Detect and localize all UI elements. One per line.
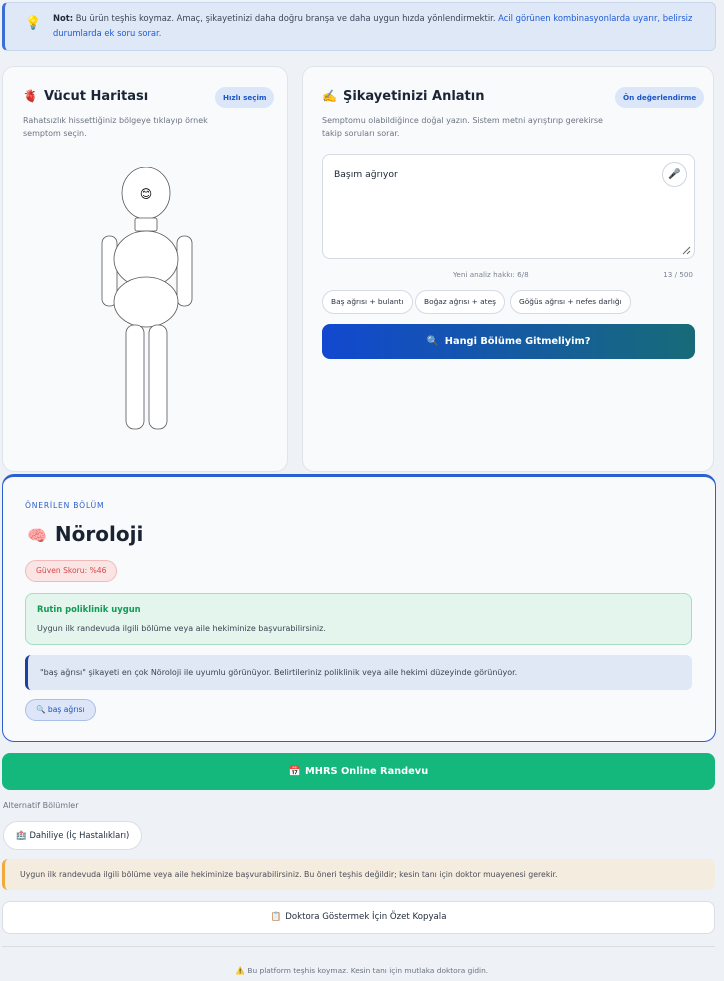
clipboard-icon: 📋: [270, 912, 282, 922]
copy-summary-button[interactable]: 📋 Doktora Göstermek İçin Özet Kopyala: [2, 901, 715, 934]
explanation-text: "baş ağrısı" şikayeti en çok Nöroloji il…: [25, 655, 692, 690]
right-leg-region[interactable]: [125, 324, 145, 430]
find-department-button[interactable]: 🔍 Hangi Bölüme Gitmeliyim?: [322, 324, 695, 359]
urgency-box: Rutin poliklinik uygun Uygun ilk randevu…: [25, 593, 692, 645]
quick-select-button[interactable]: Hızlı seçim: [215, 87, 275, 108]
confidence-badge: Güven Skoru: %46: [25, 560, 118, 582]
resize-handle-icon[interactable]: [682, 246, 691, 255]
magnifier-icon: 🔍: [426, 336, 439, 347]
urgency-text: Uygun ilk randevuda ilgili bölüme veya a…: [37, 624, 326, 633]
matched-symptom-tag[interactable]: 🔍 baş ağrısı: [25, 699, 96, 721]
analysis-quota: Yeni analiz hakkı: 6/8: [453, 270, 529, 279]
abdomen-region[interactable]: [113, 276, 179, 328]
info-notice: 💡 Not: Bu ürün teşhis koymaz. Amaç, şika…: [2, 2, 716, 51]
microphone-icon[interactable]: 🎤: [662, 162, 687, 187]
lightbulb-icon: 💡: [25, 16, 42, 31]
footer-text: Bu platform teşhis koymaz. Kesin tanı iç…: [247, 966, 489, 975]
anatomical-heart-icon: 🫀: [23, 89, 38, 103]
example-chip[interactable]: Boğaz ağrısı + ateş: [415, 290, 505, 314]
divider: [2, 946, 715, 947]
pre-evaluation-button[interactable]: Ön değerlendirme: [615, 87, 705, 108]
left-arm-region[interactable]: [176, 235, 193, 307]
complaint-textarea[interactable]: Başım ağrıyor 🎤: [322, 154, 695, 259]
writing-hand-icon: ✍️: [322, 89, 337, 103]
notice-prefix: Not:: [53, 13, 74, 23]
body-map-title: 🫀 Vücut Haritası: [23, 89, 148, 104]
complaint-title: ✍️ Şikayetinizi Anlatın: [322, 89, 484, 104]
body-map-card: 🫀 Vücut Haritası Hızlı seçim Rahatsızlık …: [2, 66, 288, 472]
alternative-department-text: Dahiliye (İç Hastalıkları): [29, 830, 130, 840]
footer-disclaimer: ⚠️ Bu platform teşhis koymaz. Kesin tanı…: [0, 966, 724, 975]
left-leg-region[interactable]: [148, 324, 168, 430]
char-counter: 13 / 500: [663, 270, 693, 279]
complaint-card: ✍️ Şikayetinizi Anlatın Ön değerlendirme …: [302, 66, 714, 472]
complaint-description: Semptomu olabildiğince doğal yazın. Sist…: [322, 116, 603, 138]
result-section-label: ÖNERİLEN BÖLÜM: [25, 501, 105, 510]
department-name: 🧠 Nöroloji: [27, 522, 143, 546]
brain-icon: 🧠: [27, 526, 47, 545]
magnifier-icon: 🔍: [36, 705, 46, 714]
mhrs-appointment-button[interactable]: 📅 MHRS Online Randevu: [2, 753, 715, 790]
face-emoji: 😊: [140, 187, 153, 201]
alternatives-label: Alternatif Bölümler: [3, 801, 79, 810]
calendar-icon: 📅: [288, 766, 302, 777]
example-chip[interactable]: Göğüs ağrısı + nefes darlığı: [510, 290, 631, 314]
department-name-text: Nöroloji: [54, 522, 144, 546]
matched-symptom-text: baş ağrısı: [47, 705, 85, 714]
hospital-icon: 🏥: [16, 830, 27, 840]
disclaimer-warning: Uygun ilk randevuda ilgili bölüme veya a…: [2, 859, 715, 890]
notice-body: Bu ürün teşhis koymaz. Amaç, şikayetiniz…: [75, 13, 496, 23]
body-map-description: Rahatsızlık hissettiğiniz bölgeye tıklay…: [23, 116, 208, 138]
complaint-input-value[interactable]: Başım ağrıyor: [334, 169, 398, 180]
complaint-title-text: Şikayetinizi Anlatın: [342, 89, 485, 104]
body-map-title-text: Vücut Haritası: [43, 89, 149, 104]
mhrs-label: MHRS Online Randevu: [305, 766, 429, 777]
alternative-department[interactable]: 🏥 Dahiliye (İç Hastalıkları): [3, 821, 143, 850]
notice-text: Not: Bu ürün teşhis koymaz. Amaç, şikaye…: [53, 11, 705, 41]
find-department-label: Hangi Bölüme Gitmeliyim?: [444, 336, 591, 347]
urgency-title: Rutin poliklinik uygun: [37, 604, 141, 614]
neck-region[interactable]: [134, 217, 158, 232]
copy-summary-label: Doktora Göstermek İçin Özet Kopyala: [285, 912, 447, 922]
body-figure: 😊: [101, 167, 193, 430]
warning-icon: ⚠️: [235, 966, 246, 975]
example-chip[interactable]: Baş ağrısı + bulantı: [322, 290, 413, 314]
result-card: ÖNERİLEN BÖLÜM 🧠 Nöroloji Güven Skoru: %4…: [2, 474, 716, 742]
